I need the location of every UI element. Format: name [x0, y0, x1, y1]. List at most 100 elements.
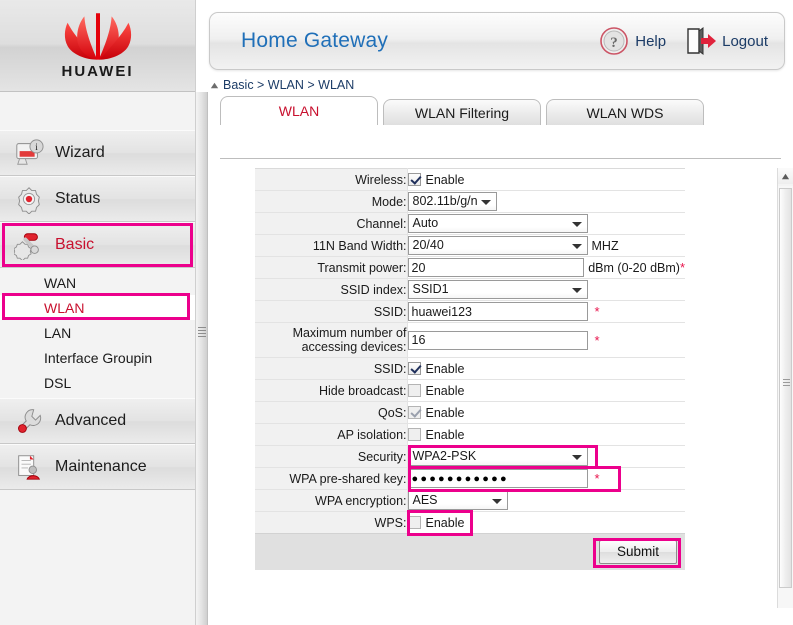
wlan-settings-form: Wireless: Enable Mode: 802.11b/g/n Chann…: [255, 168, 685, 570]
hide-broadcast-label: Enable: [425, 383, 465, 398]
logout-button[interactable]: Logout: [684, 26, 768, 56]
sidebar-item-wan[interactable]: WAN: [0, 270, 195, 295]
sidebar-item-label: Maintenance: [55, 458, 147, 475]
breadcrumb: Basic > WLAN > WLAN: [209, 77, 793, 93]
table-row-ssid-enable: SSID: Enable: [255, 357, 685, 380]
table-row-ap-isolation: AP isolation: Enable: [255, 423, 685, 446]
triangle-up-icon: [781, 173, 790, 179]
table-row-transmit-power: Transmit power: dBm (0-20 dBm)*: [255, 256, 685, 279]
help-button[interactable]: ? Help: [599, 26, 666, 56]
security-select-value: WPA2-PSK: [412, 449, 477, 463]
table-row-footer: Submit: [255, 533, 685, 570]
tab-wlan-wds[interactable]: WLAN WDS: [546, 99, 704, 125]
qos-enable-checkbox[interactable]: [407, 406, 421, 419]
brand-logo-panel: HUAWEI: [0, 0, 195, 92]
chevron-down-icon: [480, 199, 491, 205]
value-qos: Enable: [407, 401, 685, 424]
table-row-wpa-encryption: WPA encryption: AES: [255, 489, 685, 512]
tab-wlan-filtering[interactable]: WLAN Filtering: [383, 99, 541, 125]
sidebar-item-lan[interactable]: LAN: [0, 320, 195, 345]
ssid-enable-checkbox[interactable]: [407, 362, 421, 375]
value-band-width: 20/40 MHZ: [407, 234, 685, 257]
sidebar-spacer: [0, 92, 195, 130]
sidebar-item-basic[interactable]: Basic: [0, 222, 195, 268]
required-asterisk: *: [594, 471, 600, 486]
security-select[interactable]: WPA2-PSK: [407, 447, 588, 466]
wpa-key-input[interactable]: ●●●●●●●●●●●: [407, 469, 588, 488]
chevron-down-icon: [571, 454, 582, 460]
wpa-encryption-select-value: AES: [412, 493, 438, 507]
content-scrollbar[interactable]: [777, 168, 793, 608]
sidebar-item-interface-grouping[interactable]: Interface Groupin: [0, 345, 195, 370]
wireless-enable-checkbox[interactable]: [407, 173, 421, 186]
sidebar-item-maintenance[interactable]: Maintenance: [0, 444, 195, 490]
table-row-wps: WPS: Enable: [255, 510, 685, 536]
ssid-input[interactable]: [407, 302, 588, 321]
value-security: WPA2-PSK: [407, 445, 685, 469]
chevron-down-icon: [571, 287, 582, 293]
value-hide-broadcast: Enable: [407, 379, 685, 402]
ssid-index-select[interactable]: SSID1: [407, 280, 588, 299]
wpa-encryption-select[interactable]: AES: [407, 491, 508, 510]
channel-select[interactable]: Auto: [407, 214, 588, 233]
table-row-ssid: SSID: *: [255, 300, 685, 323]
tab-label: WLAN: [278, 103, 320, 119]
tab-bar: WLAN WLAN Filtering WLAN WDS: [220, 96, 781, 126]
submit-button[interactable]: Submit: [599, 539, 677, 564]
required-asterisk: *: [594, 332, 600, 348]
ap-isolation-checkbox[interactable]: [407, 428, 421, 441]
tab-wlan[interactable]: WLAN: [220, 96, 378, 126]
label-hide-broadcast: Hide broadcast:: [255, 379, 408, 402]
sidebar-splitter[interactable]: [196, 92, 208, 625]
chevron-down-icon: [491, 498, 502, 504]
sidebar-item-status[interactable]: Status: [0, 176, 195, 222]
wps-enable-label: Enable: [425, 515, 465, 530]
tab-label: WLAN WDS: [586, 104, 664, 121]
scroll-up-button[interactable]: [778, 168, 793, 184]
label-band-width: 11N Band Width:: [255, 234, 408, 257]
sidebar-subitem-label: LAN: [44, 324, 72, 341]
value-ssid-enable: Enable: [407, 357, 685, 380]
label-mode: Mode:: [255, 190, 408, 213]
ap-isolation-label: Enable: [425, 427, 465, 442]
label-wpa-encryption: WPA encryption:: [255, 489, 408, 512]
sidebar-item-advanced[interactable]: Advanced: [0, 398, 195, 444]
table-row-band-width: 11N Band Width: 20/40 MHZ: [255, 234, 685, 257]
label-ssid: SSID:: [255, 300, 408, 323]
wireless-enable-label: Enable: [425, 172, 465, 187]
tab-underline: [220, 158, 781, 159]
page-title: Home Gateway: [241, 29, 389, 52]
transmit-power-input[interactable]: [407, 258, 585, 277]
wps-enable-checkbox[interactable]: [407, 516, 421, 529]
sidebar-item-wlan[interactable]: WLAN: [0, 293, 195, 320]
sidebar-subnav: WAN WLAN LAN Interface Groupin DSL: [0, 268, 195, 398]
document-user-icon: [18, 455, 41, 480]
ssid-enable-label: Enable: [425, 361, 465, 376]
label-wps: WPS:: [255, 511, 408, 534]
value-wps: Enable: [406, 510, 685, 536]
sidebar-item-label: Wizard: [55, 144, 105, 161]
table-row-mode: Mode: 802.11b/g/n: [255, 190, 685, 213]
band-width-select[interactable]: 20/40: [407, 236, 588, 255]
sidebar-subitem-label: DSL: [44, 374, 72, 391]
topbar-wrap: Home Gateway ? Help Logout: [209, 0, 793, 70]
hide-broadcast-checkbox[interactable]: [407, 384, 421, 397]
sidebar-item-dsl[interactable]: DSL: [0, 370, 195, 395]
value-max-devices: *: [407, 322, 685, 358]
value-mode: 802.11b/g/n: [407, 190, 685, 213]
wrench-icon: [18, 409, 42, 433]
label-wireless: Wireless:: [255, 168, 408, 191]
sidebar-subitem-label: WLAN: [44, 299, 85, 316]
value-transmit-power: dBm (0-20 dBm)*: [407, 256, 685, 279]
mode-select[interactable]: 802.11b/g/n: [407, 192, 497, 211]
scrollbar-thumb[interactable]: [779, 188, 792, 588]
max-devices-input[interactable]: [407, 330, 588, 350]
chevron-down-icon: [571, 243, 582, 249]
tab-label: WLAN Filtering: [414, 104, 510, 121]
huawei-logo-icon: [64, 12, 131, 60]
chevron-down-icon: [571, 221, 582, 227]
sidebar-item-wizard[interactable]: i Wizard: [0, 130, 195, 176]
grip-lines-icon: [198, 327, 206, 339]
gear-status-icon: [18, 187, 40, 214]
triangle-up-icon[interactable]: [209, 80, 220, 91]
